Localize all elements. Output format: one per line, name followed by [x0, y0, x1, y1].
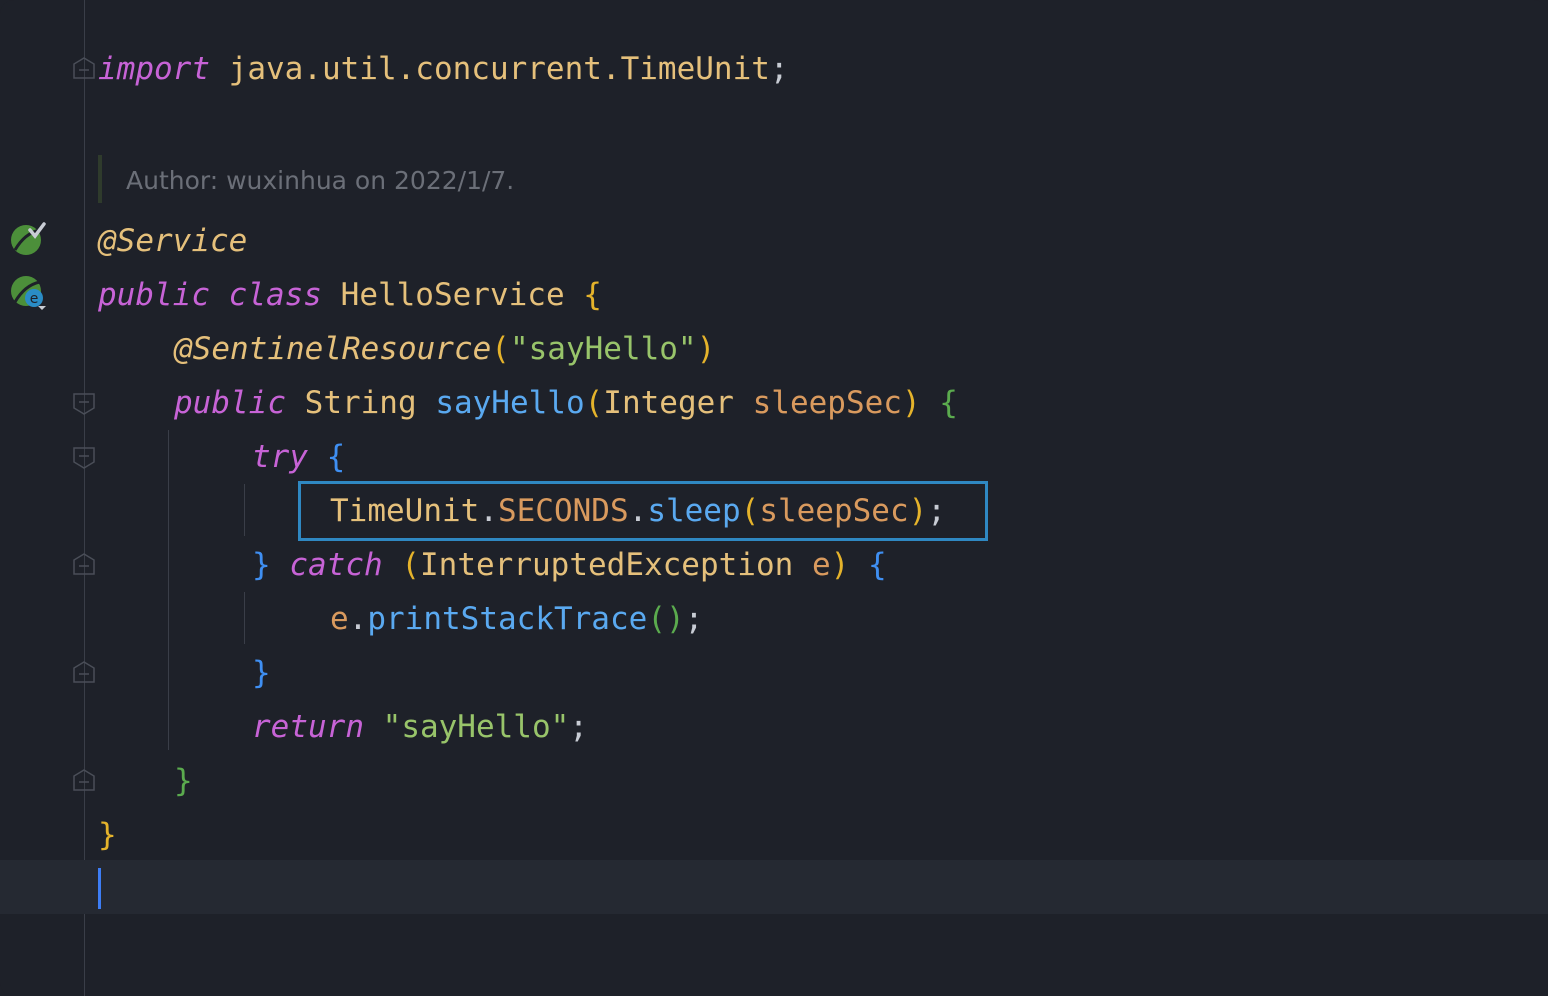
return-type: String [304, 385, 417, 421]
text-caret [98, 868, 101, 909]
return-value: "sayHello" [382, 709, 570, 745]
code-line-sentinel-annotation[interactable]: @SentinelResource("sayHello") [174, 322, 715, 376]
code-line-class-declaration[interactable]: public class HelloService { [98, 268, 602, 322]
catch-keyword: catch [289, 547, 383, 583]
spring-bean-override-icon[interactable]: e [10, 274, 46, 310]
sentinel-argument: "sayHello" [509, 331, 697, 367]
current-line-highlight [0, 860, 1548, 914]
svg-text:e: e [30, 291, 39, 307]
public-keyword: public [98, 277, 210, 313]
sleep-method: sleep [647, 493, 741, 529]
dot: . [348, 601, 368, 637]
param-reference: sleepSec [759, 493, 909, 529]
fold-try-icon[interactable] [72, 446, 96, 470]
dot: . [479, 493, 498, 529]
fold-catch-icon[interactable] [72, 552, 96, 576]
code-line-import[interactable]: import java.util.concurrent.TimeUnit; [98, 42, 789, 96]
service-annotation: @Service [98, 223, 248, 259]
author-note: Author: wuxinhua on 2022/1/7. [126, 166, 515, 195]
fold-catch-end-icon[interactable] [72, 660, 96, 684]
author-note-bar [98, 155, 102, 203]
close-brace: } [174, 763, 193, 799]
method-name: sayHello [435, 385, 585, 421]
param-name: sleepSec [752, 385, 902, 421]
exception-type: InterruptedException [420, 547, 794, 583]
semicolon: ; [684, 601, 704, 637]
timeunit-class: TimeUnit [330, 493, 480, 529]
close-paren: ) [901, 385, 921, 421]
semicolon: ; [927, 493, 946, 529]
code-line-sleep[interactable]: TimeUnit.SECONDS.sleep(sleepSec); [330, 484, 946, 538]
indent-guide-try [244, 484, 245, 536]
close-brace: } [252, 655, 271, 691]
return-keyword: return [252, 709, 364, 745]
sentinel-annotation: @SentinelResource [174, 331, 492, 367]
import-path: java.util.concurrent.TimeUnit [228, 51, 770, 87]
code-line-return[interactable]: return "sayHello"; [252, 700, 588, 754]
semicolon: ; [769, 51, 789, 87]
empty-parens: () [647, 601, 685, 637]
class-name: HelloService [340, 277, 565, 313]
indent-guide-method [168, 430, 169, 750]
close-paren: ) [696, 331, 716, 367]
code-line-method-close[interactable]: } [174, 754, 193, 808]
code-line-class-close[interactable]: } [98, 808, 117, 862]
try-keyword: try [252, 439, 308, 475]
close-brace: } [252, 547, 271, 583]
print-stack-trace-method: printStackTrace [367, 601, 648, 637]
open-brace: { [583, 277, 602, 313]
open-brace: { [326, 439, 346, 475]
code-line-print-stack[interactable]: e.printStackTrace(); [330, 592, 703, 646]
open-paren: ( [491, 331, 510, 367]
close-brace: } [98, 817, 117, 853]
public-keyword: public [174, 385, 286, 421]
exception-var: e [811, 547, 831, 583]
code-line-service-annotation[interactable]: @Service [98, 214, 247, 268]
open-brace: { [867, 547, 887, 583]
semicolon: ; [569, 709, 588, 745]
code-line-catch[interactable]: } catch (InterruptedException e) { [252, 538, 887, 592]
close-paren: ) [908, 493, 928, 529]
code-line-catch-close[interactable]: } [252, 646, 271, 700]
open-brace: { [939, 385, 958, 421]
class-keyword: class [228, 277, 322, 313]
fold-method-end-icon[interactable] [72, 768, 96, 792]
open-paren: ( [740, 493, 760, 529]
fold-import-icon[interactable] [72, 56, 96, 80]
dot: . [628, 493, 648, 529]
exception-var: e [330, 601, 349, 637]
import-keyword: import [98, 51, 210, 87]
code-editor[interactable]: e import java.util.concurrent.TimeUnit; … [0, 0, 1548, 996]
indent-guide-catch [244, 592, 245, 644]
gutter-divider [84, 0, 85, 996]
open-paren: ( [584, 385, 604, 421]
seconds-field: SECONDS [497, 493, 629, 529]
fold-method-icon[interactable] [72, 392, 96, 416]
open-paren: ( [401, 547, 421, 583]
code-line-try[interactable]: try { [252, 430, 345, 484]
close-paren: ) [830, 547, 850, 583]
code-line-method-declaration[interactable]: public String sayHello(Integer sleepSec)… [174, 376, 958, 430]
spring-bean-check-icon[interactable] [10, 220, 46, 256]
param-type: Integer [603, 385, 734, 421]
